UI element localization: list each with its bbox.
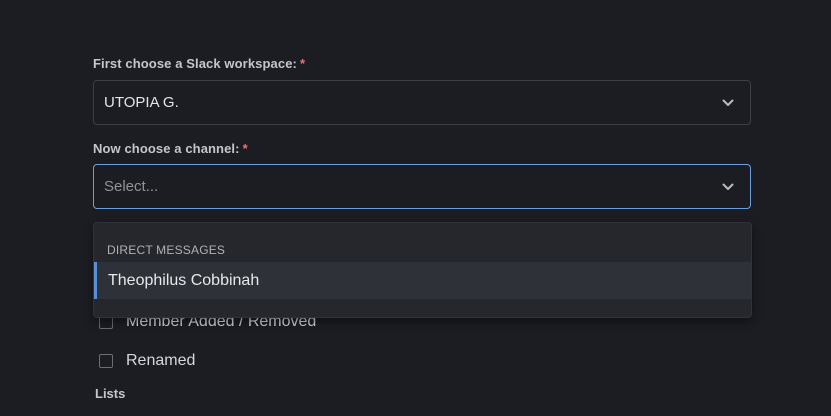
event-option-renamed[interactable]: Renamed	[99, 352, 195, 370]
channel-select[interactable]: Select...	[93, 164, 751, 209]
channel-select-placeholder: Select...	[104, 178, 159, 195]
workspace-select[interactable]: UTOPIA G.	[93, 80, 751, 125]
chevron-down-icon[interactable]	[722, 99, 734, 107]
required-marker: *	[299, 56, 306, 71]
channel-field-label: Now choose a channel: *	[93, 141, 248, 156]
workspace-select-value: UTOPIA G.	[104, 94, 179, 111]
menu-option[interactable]: Theophilus Cobbinah	[94, 262, 751, 299]
required-marker: *	[242, 141, 248, 156]
channel-label-text: Now choose a channel:	[93, 141, 240, 156]
channel-dropdown-menu: DIRECT MESSAGES Theophilus Cobbinah	[93, 222, 752, 318]
event-option-label: Renamed	[126, 352, 196, 369]
checkbox[interactable]	[99, 354, 113, 368]
lists-section-label: Lists	[95, 386, 126, 401]
group-header-direct-messages: DIRECT MESSAGES	[107, 243, 226, 257]
chevron-down-icon[interactable]	[722, 183, 734, 191]
workspace-label-text: First choose a Slack workspace:	[93, 56, 297, 71]
menu-option-label: Theophilus Cobbinah	[108, 271, 260, 289]
workspace-field-label: First choose a Slack workspace: *	[93, 56, 305, 71]
